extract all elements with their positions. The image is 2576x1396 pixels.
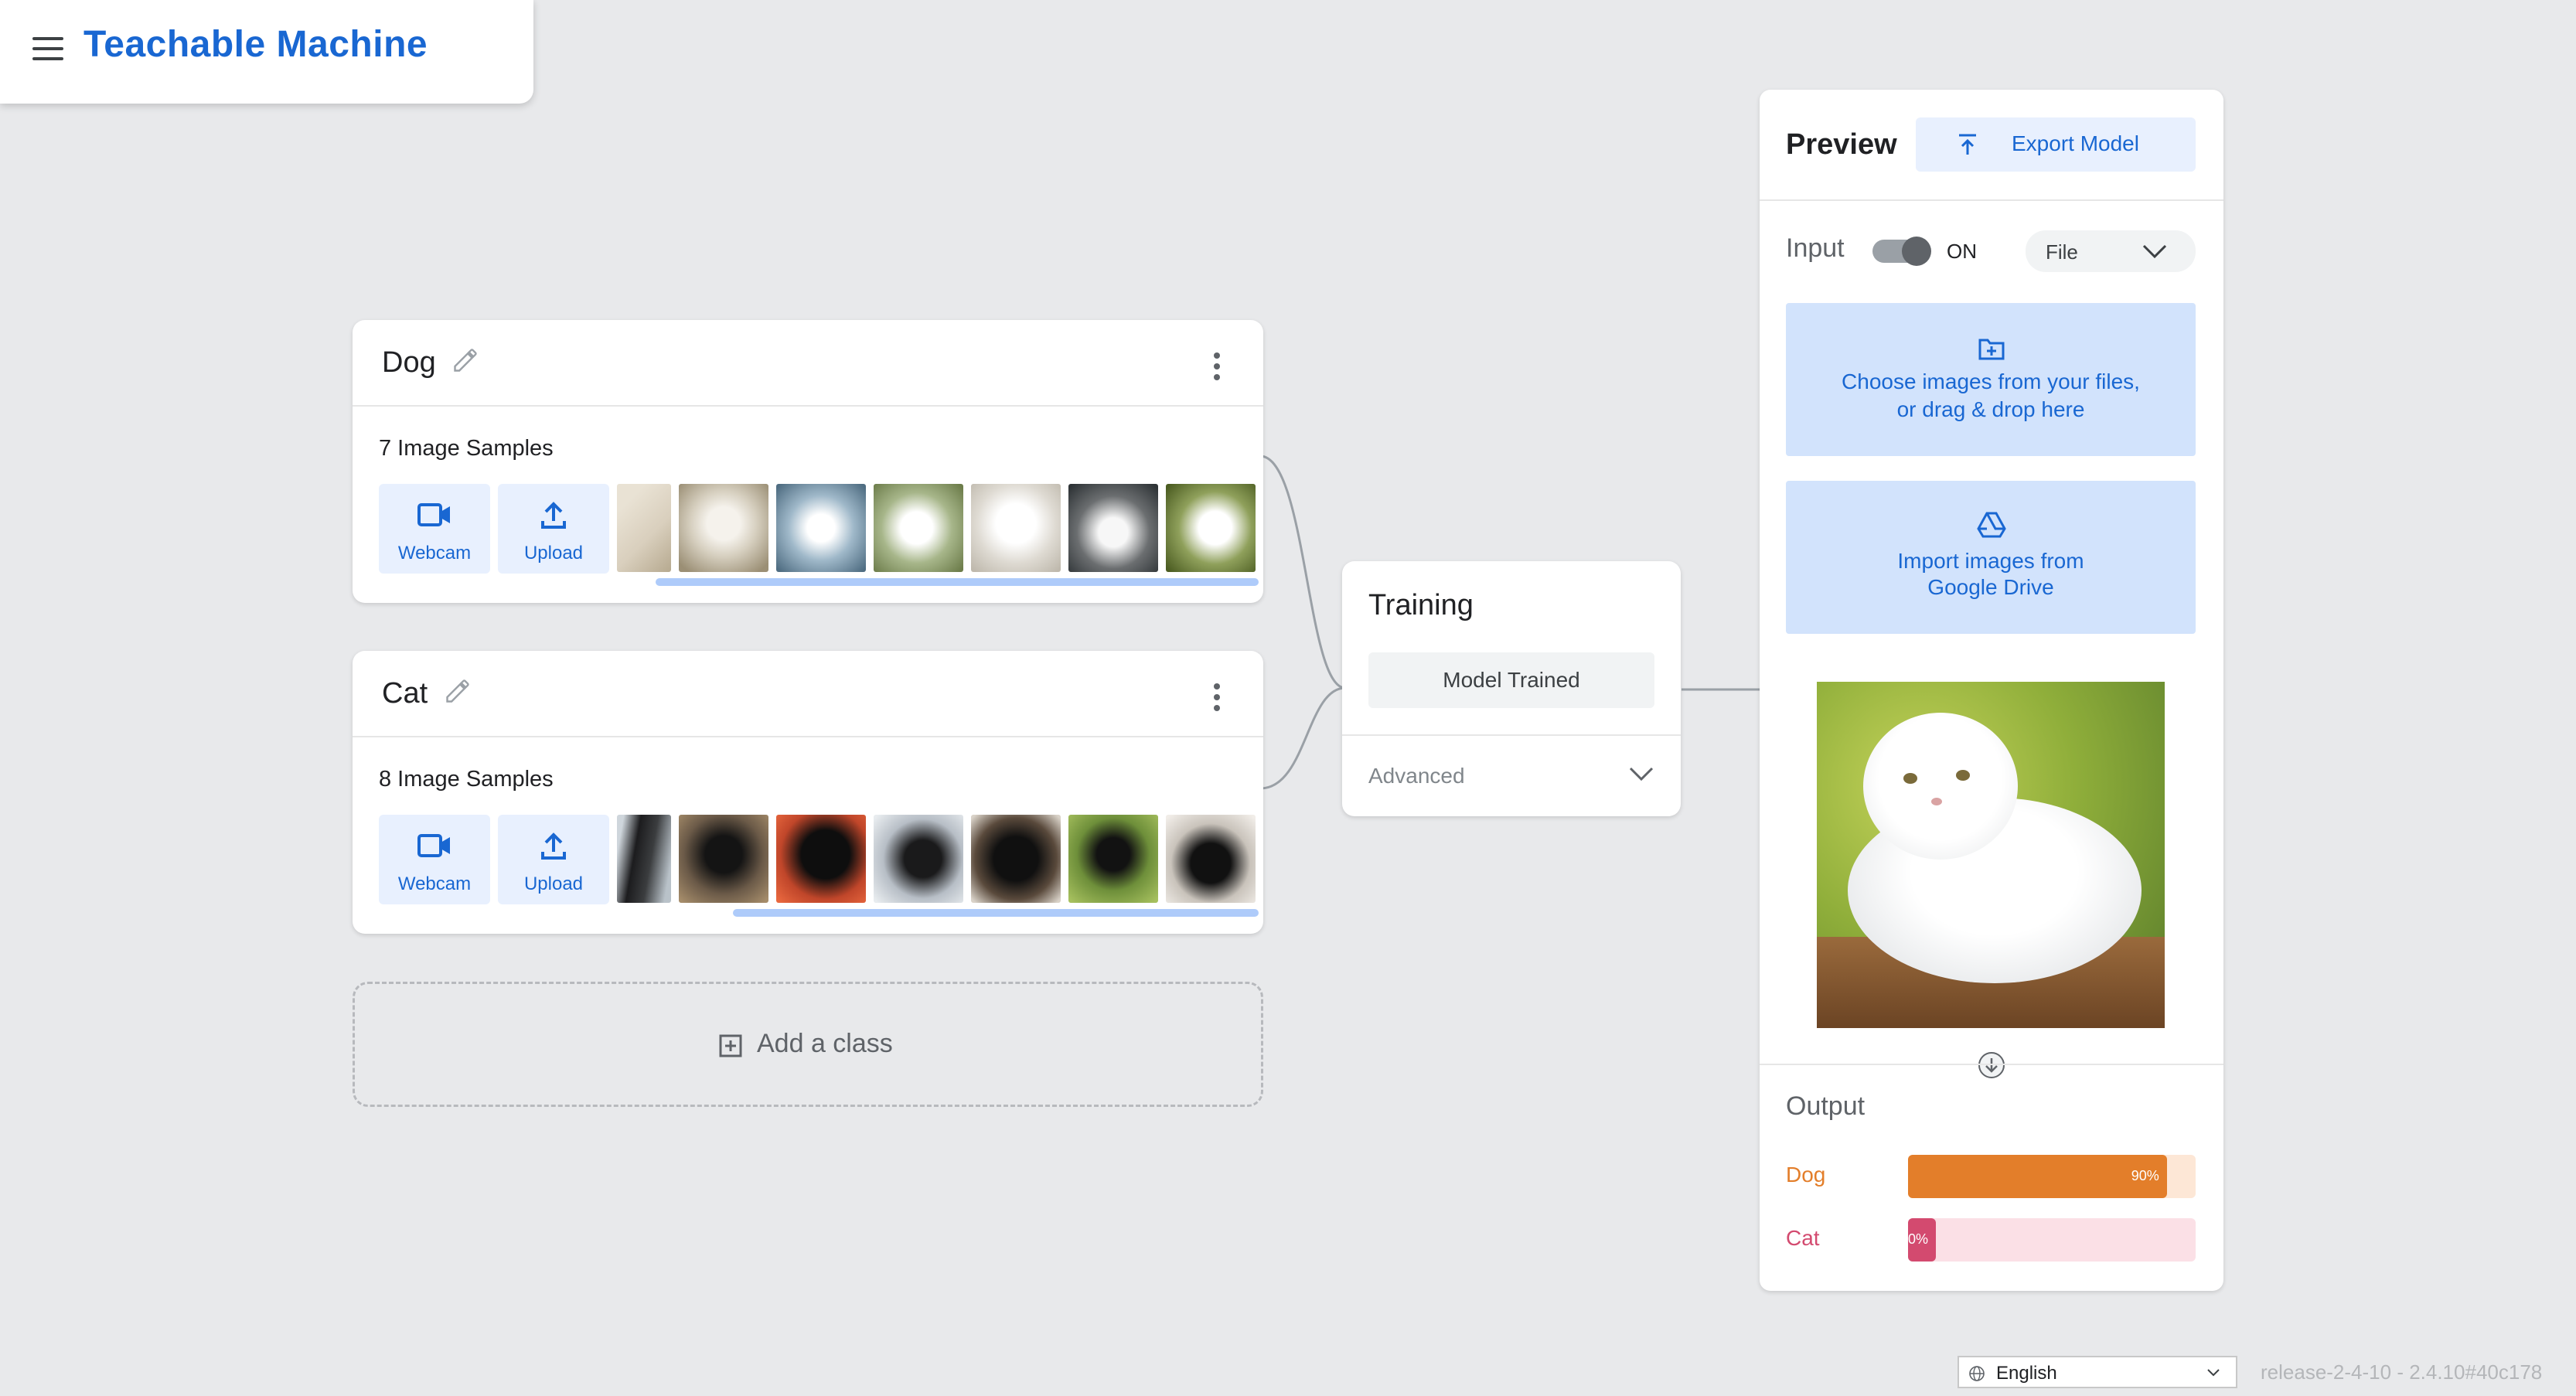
input-toggle[interactable] [1872,237,1931,266]
thumbnail-scrollbar[interactable] [656,578,1259,586]
add-box-icon [719,1034,742,1057]
edit-pencil-icon[interactable] [444,677,472,705]
toggle-knob [1902,237,1931,266]
upload-icon [1959,134,1976,155]
webcam-button[interactable]: Webcam [379,484,490,574]
sample-thumbnail[interactable] [1166,484,1256,572]
sample-thumbnails [617,484,1256,572]
preview-panel: Preview Export Model Input ON File Choos… [1760,90,2223,1291]
advanced-toggle[interactable]: Advanced [1368,764,1465,788]
input-source-select[interactable]: File [2026,230,2196,272]
language-select[interactable]: English [1958,1356,2237,1388]
more-options-icon[interactable] [1212,352,1222,383]
arrow-down-circle-icon[interactable] [1978,1051,2005,1079]
class-card-dog: Dog 7 Image Samples Webcam Upload [353,320,1263,603]
sample-thumbnail[interactable] [776,484,866,572]
google-drive-import[interactable]: Import images from Google Drive [1786,481,2196,634]
export-model-button[interactable]: Export Model [1916,117,2196,172]
card-divider [353,736,1263,737]
webcam-icon [417,503,450,526]
output-class-label: Cat [1786,1226,1820,1250]
webcam-button[interactable]: Webcam [379,815,490,904]
class-name[interactable]: Cat [382,677,428,710]
sample-thumbnail[interactable] [1068,484,1158,572]
sample-thumbnail[interactable] [776,815,866,903]
preview-image [1817,682,2165,1028]
chevron-down-icon [2207,1369,2220,1377]
card-divider [1342,734,1681,736]
card-divider [1760,1064,2223,1065]
class-card-cat: Cat 8 Image Samples Webcam Upload [353,651,1263,934]
edit-pencil-icon[interactable] [451,346,479,374]
webcam-icon [417,834,450,857]
samples-count: 8 Image Samples [379,767,554,792]
add-class-label: Add a class [757,1029,893,1058]
upload-button[interactable]: Upload [498,815,609,904]
sample-thumbnail[interactable] [874,815,963,903]
thumbnail-scrollbar[interactable] [733,909,1259,917]
confidence-fill-cat: 0% [1908,1218,1936,1262]
class-name[interactable]: Dog [382,346,436,380]
output-class-label: Dog [1786,1163,1826,1187]
sample-thumbnail[interactable] [1166,815,1256,903]
confidence-bar-cat: 0% [1908,1218,2196,1262]
upload-icon [541,832,566,860]
samples-count: 7 Image Samples [379,436,554,461]
train-model-button[interactable]: Model Trained [1368,652,1654,708]
preview-title: Preview [1786,128,1897,161]
sample-thumbnail[interactable] [971,484,1061,572]
release-version: release-2-4-10 - 2.4.10#40c178 [2261,1360,2543,1384]
chevron-down-icon[interactable] [1628,765,1654,782]
folder-add-icon [1978,339,2005,360]
upload-button[interactable]: Upload [498,484,609,574]
app-header: Teachable Machine [0,0,533,104]
toggle-state-label: ON [1947,240,1977,263]
google-drive-icon [1977,512,2006,538]
sample-thumbnail[interactable] [679,815,768,903]
sample-thumbnail[interactable] [1068,815,1158,903]
upload-icon [541,502,566,529]
add-class-button[interactable]: Add a class [353,982,1263,1107]
more-options-icon[interactable] [1212,683,1222,714]
sample-thumbnail[interactable] [617,484,671,572]
card-divider [1760,199,2223,201]
app-title[interactable]: Teachable Machine [83,23,428,66]
confidence-fill-dog: 90% [1908,1155,2167,1198]
training-card: Training Model Trained Advanced [1342,561,1681,816]
output-label: Output [1786,1091,1866,1121]
menu-icon[interactable] [32,37,63,60]
card-divider [353,405,1263,407]
confidence-bar-dog: 90% [1908,1155,2196,1198]
globe-icon [1969,1366,1985,1381]
input-label: Input [1786,233,1845,263]
chevron-down-icon [2142,244,2167,259]
sample-thumbnails [617,815,1256,903]
file-drop-zone[interactable]: Choose images from your files, or drag &… [1786,303,2196,456]
sample-thumbnail[interactable] [971,815,1061,903]
sample-thumbnail[interactable] [617,815,671,903]
sample-thumbnail[interactable] [874,484,963,572]
training-title: Training [1368,589,1474,621]
sample-thumbnail[interactable] [679,484,768,572]
